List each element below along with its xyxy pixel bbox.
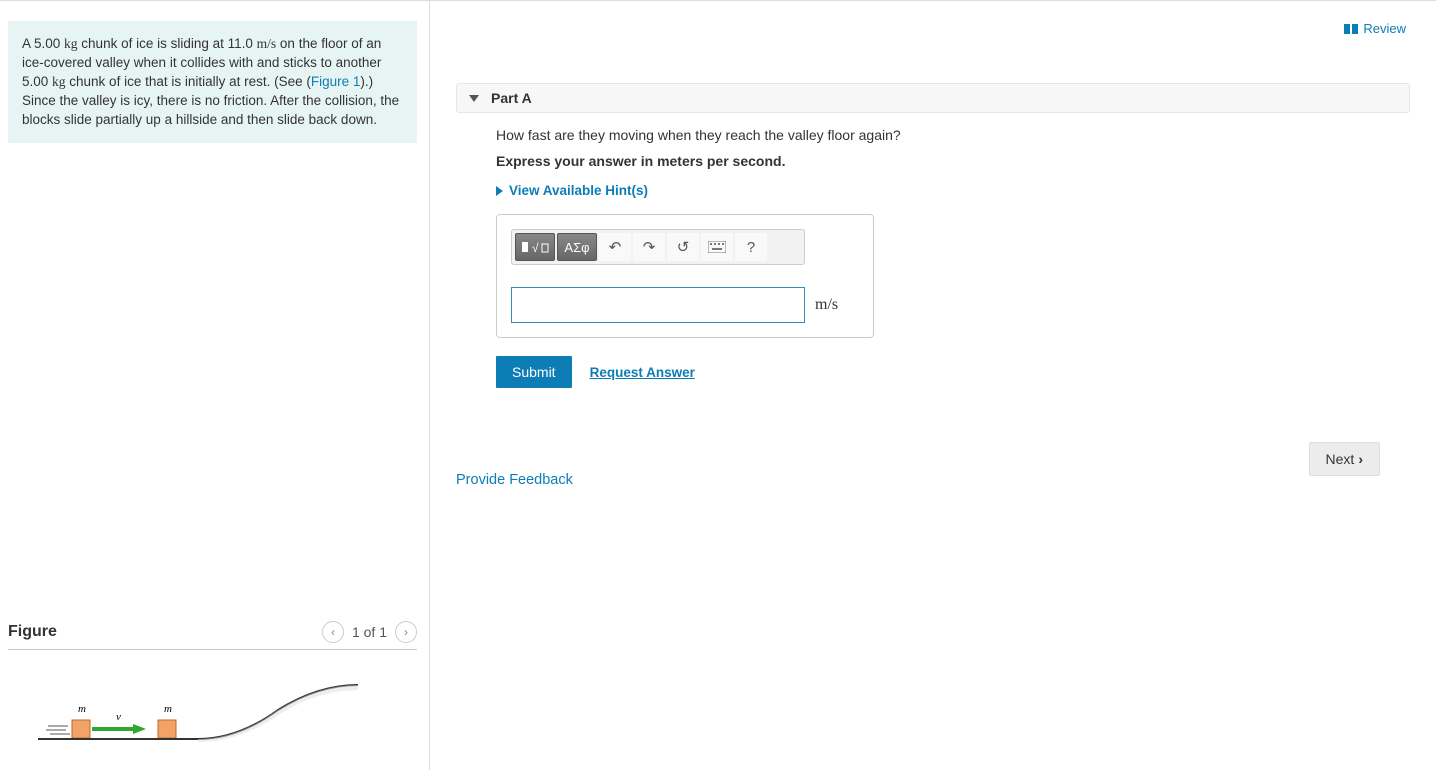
unit-kg-1: kg [64, 36, 78, 51]
hints-label: View Available Hint(s) [509, 183, 648, 198]
keyboard-button[interactable] [701, 233, 733, 261]
view-hints-link[interactable]: View Available Hint(s) [496, 183, 1410, 198]
caret-down-icon [469, 95, 479, 102]
triangle-right-icon [496, 186, 503, 196]
label-m1: m [78, 703, 86, 715]
answer-box: √ ΑΣφ ↶ ↷ ↺ ? m/s [496, 214, 874, 338]
left-panel: A 5.00 kg chunk of ice is sliding at 11.… [0, 1, 430, 770]
book-icon [1344, 23, 1358, 35]
review-link[interactable]: Review [1344, 21, 1406, 36]
figure-next-button[interactable]: › [395, 621, 417, 643]
figure-counter: 1 of 1 [352, 624, 387, 640]
provide-feedback-link[interactable]: Provide Feedback [456, 472, 573, 488]
submit-button[interactable]: Submit [496, 356, 572, 388]
answer-input[interactable] [511, 287, 805, 323]
redo-button[interactable]: ↷ [633, 233, 665, 261]
question-text: How fast are they moving when they reach… [496, 127, 1410, 143]
equation-toolbar: √ ΑΣφ ↶ ↷ ↺ ? [511, 229, 805, 265]
right-panel: Review Part A How fast are they moving w… [430, 1, 1436, 770]
svg-text:√: √ [532, 241, 539, 255]
problem-text-4: chunk of ice that is initially at rest. … [66, 74, 311, 89]
instruction-text: Express your answer in meters per second… [496, 153, 1410, 169]
label-m2: m [164, 703, 172, 715]
request-answer-link[interactable]: Request Answer [590, 365, 695, 380]
next-button[interactable]: Next › [1309, 442, 1380, 476]
undo-button[interactable]: ↶ [599, 233, 631, 261]
review-label: Review [1363, 21, 1406, 36]
part-a-header[interactable]: Part A [456, 83, 1410, 113]
problem-statement: A 5.00 kg chunk of ice is sliding at 11.… [8, 21, 417, 143]
unit-kg-2: kg [52, 74, 66, 89]
problem-text-1: A 5.00 [22, 36, 64, 51]
label-v: v [116, 711, 121, 723]
figure-prev-button[interactable]: ‹ [322, 621, 344, 643]
chevron-right-icon: › [1358, 451, 1363, 467]
unit-ms: m/s [257, 36, 277, 51]
figure-1-link[interactable]: Figure 1 [311, 74, 361, 89]
templates-button[interactable]: √ [515, 233, 555, 261]
part-a-title: Part A [491, 90, 532, 106]
greek-button[interactable]: ΑΣφ [557, 233, 597, 261]
figure-header: Figure ‹ 1 of 1 › [8, 621, 417, 650]
next-label: Next [1326, 451, 1355, 467]
part-a-body: How fast are they moving when they reach… [456, 113, 1410, 388]
figure-section: Figure ‹ 1 of 1 › [8, 581, 417, 750]
answer-unit: m/s [815, 287, 838, 323]
problem-text-2: chunk of ice is sliding at 11.0 [78, 36, 257, 51]
figure-diagram: m v m [8, 680, 417, 750]
reset-button[interactable]: ↺ [667, 233, 699, 261]
figure-title: Figure [8, 623, 57, 641]
help-button[interactable]: ? [735, 233, 767, 261]
keyboard-icon [708, 241, 726, 253]
figure-nav: ‹ 1 of 1 › [322, 621, 417, 643]
